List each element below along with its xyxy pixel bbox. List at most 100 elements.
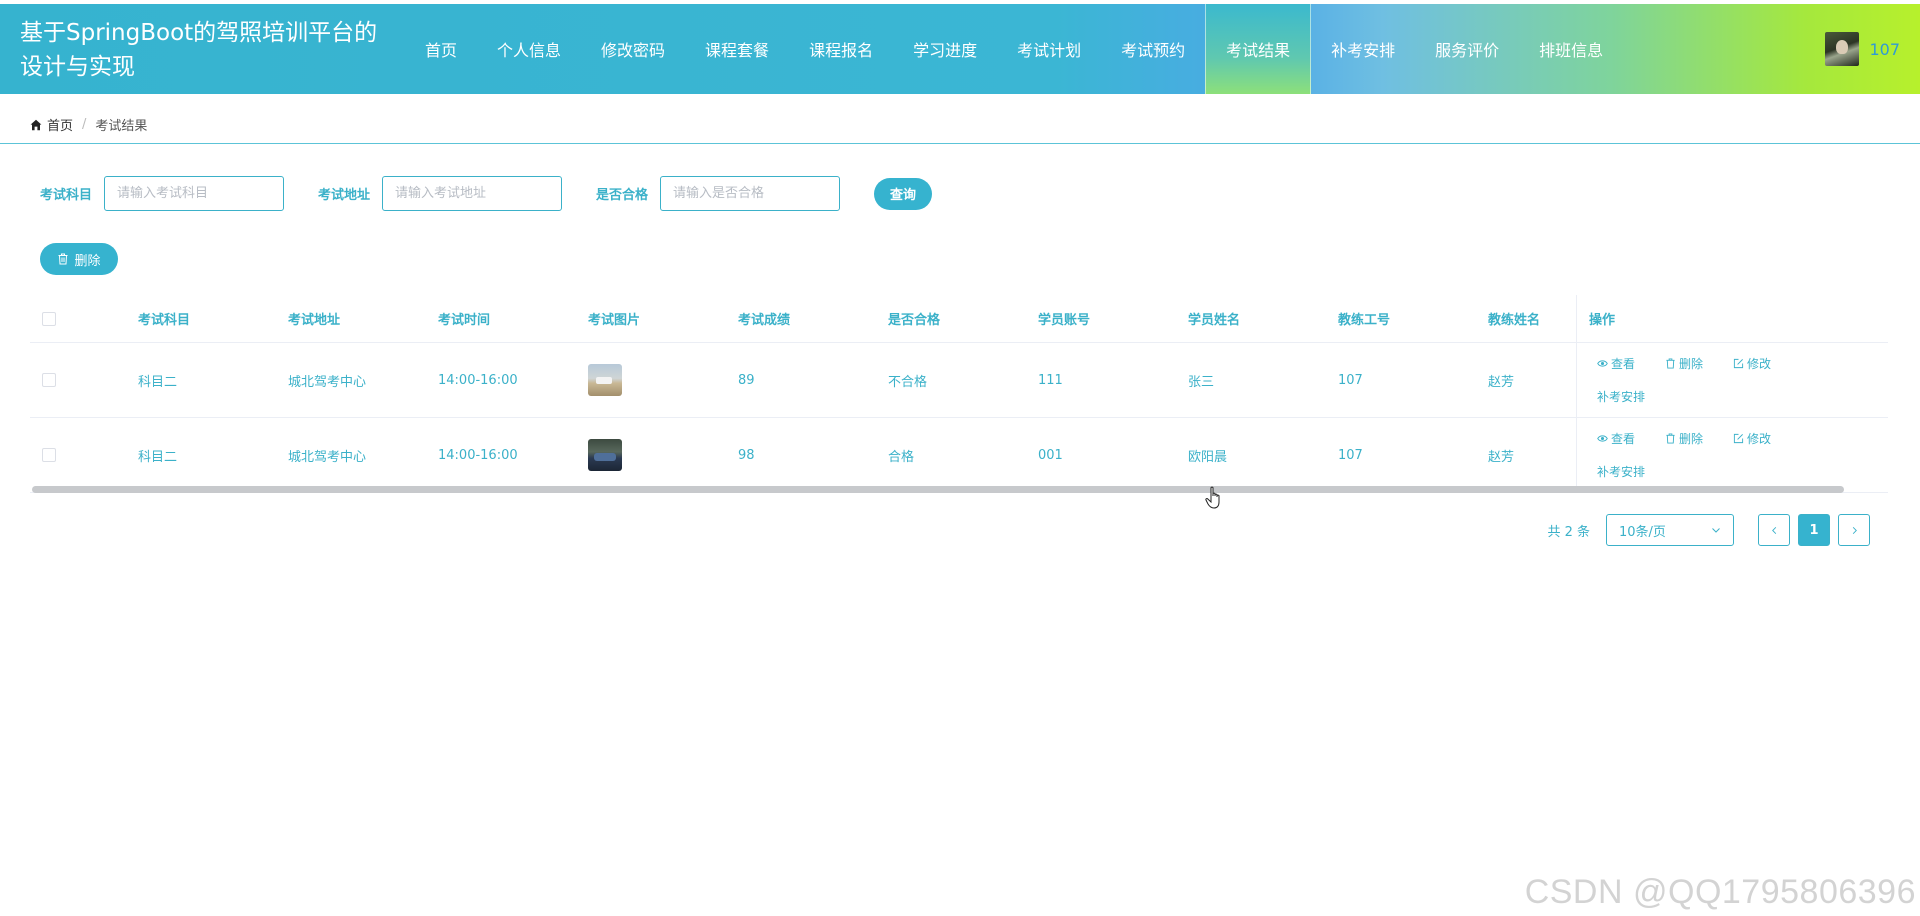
nav-item-home[interactable]: 首页 <box>405 4 477 94</box>
cell-student-name: 欧阳晨 <box>1188 449 1228 465</box>
edit-button[interactable]: 修改 <box>1733 355 1771 372</box>
table-header: 考试科目 考试地址 考试时间 考试图片 考试成绩 是否合格 学员账号 学员姓名 … <box>30 295 1888 343</box>
search-form: 考试科目 考试地址 是否合格 查询 <box>40 176 933 211</box>
column-header: 是否合格 <box>888 313 941 328</box>
column-header: 考试图片 <box>588 313 641 328</box>
cell-image <box>578 439 728 471</box>
cell-coach-name: 赵芳 <box>1488 449 1515 465</box>
batch-delete-label: 删除 <box>74 253 101 269</box>
cell-score: 89 <box>738 372 755 388</box>
cell-subject: 科目二 <box>138 449 178 465</box>
cell-passed: 不合格 <box>888 374 928 390</box>
column-header: 教练姓名 <box>1488 313 1541 328</box>
row-actions: 查看 删除 修改 补考安排 <box>1576 343 1876 417</box>
eye-icon <box>1597 435 1608 442</box>
nav-item-change-password[interactable]: 修改密码 <box>581 4 685 94</box>
column-header: 考试成绩 <box>738 313 791 328</box>
column-header: 考试科目 <box>138 313 191 328</box>
page-size-select[interactable]: 10条/页 <box>1606 514 1734 546</box>
results-table: 考试科目 考试地址 考试时间 考试图片 考试成绩 是否合格 学员账号 学员姓名 … <box>30 295 1888 493</box>
eye-icon <box>1597 360 1608 367</box>
cell-coach-name: 赵芳 <box>1488 374 1515 390</box>
nav-item-exam-plan[interactable]: 考试计划 <box>997 4 1101 94</box>
table-row: 科目二 城北驾考中心 14:00-16:00 89 不合格 111 张三 107… <box>30 343 1888 418</box>
cell-coach-id: 107 <box>1338 372 1363 388</box>
table-row: 科目二 城北驾考中心 14:00-16:00 98 合格 001 欧阳晨 107… <box>30 418 1888 493</box>
passed-label: 是否合格 <box>596 188 649 203</box>
row-actions: 查看 删除 修改 补考安排 <box>1576 418 1876 492</box>
cell-subject: 科目二 <box>138 374 178 390</box>
row-select-cell <box>30 373 128 387</box>
trash-icon <box>58 253 68 265</box>
edit-icon <box>1733 358 1744 369</box>
query-button[interactable]: 查询 <box>874 177 933 210</box>
breadcrumb-separator: / <box>82 117 87 132</box>
nav-item-study-progress[interactable]: 学习进度 <box>893 4 997 94</box>
user-menu[interactable]: 107 <box>1825 32 1900 66</box>
exam-photo-thumbnail[interactable] <box>588 439 622 471</box>
nav-item-course-enrollment[interactable]: 课程报名 <box>789 4 893 94</box>
nav-item-makeup-exam[interactable]: 补考安排 <box>1311 4 1415 94</box>
top-header: 基于SpringBoot的驾照培训平台的设计与实现 首页 个人信息 修改密码 课… <box>0 4 1920 94</box>
header-divider <box>0 143 1920 144</box>
total-count: 共 2 条 <box>1547 524 1590 540</box>
delete-button[interactable]: 删除 <box>1665 430 1703 447</box>
page-number-current[interactable]: 1 <box>1798 514 1830 546</box>
breadcrumb-home[interactable]: 首页 <box>47 115 73 134</box>
page-size-value: 10条/页 <box>1619 524 1666 540</box>
select-all-checkbox[interactable] <box>42 311 56 326</box>
column-header: 学员账号 <box>1038 313 1091 328</box>
passed-search-input[interactable] <box>660 176 841 211</box>
horizontal-scrollbar[interactable] <box>32 486 1844 493</box>
cell-time: 14:00-16:00 <box>438 372 518 388</box>
delete-button[interactable]: 删除 <box>1665 355 1703 372</box>
column-header: 考试时间 <box>438 313 491 328</box>
makeup-exam-button[interactable]: 补考安排 <box>1597 463 1645 480</box>
user-name[interactable]: 107 <box>1869 40 1900 59</box>
home-icon <box>30 119 42 130</box>
cell-coach-id: 107 <box>1338 447 1363 463</box>
watermark: CSDN @QQ1795806396 <box>1524 873 1916 911</box>
main-nav: 首页 个人信息 修改密码 课程套餐 课程报名 学习进度 考试计划 考试预约 考试… <box>405 4 1623 94</box>
address-search-input[interactable] <box>382 176 563 211</box>
edit-icon <box>1733 433 1744 444</box>
nav-item-course-packages[interactable]: 课程套餐 <box>685 4 789 94</box>
view-button[interactable]: 查看 <box>1597 430 1635 447</box>
exam-photo-thumbnail[interactable] <box>588 364 622 396</box>
next-page-button[interactable] <box>1838 514 1870 546</box>
row-checkbox[interactable] <box>42 373 56 387</box>
chevron-down-icon <box>1712 528 1720 533</box>
nav-item-service-review[interactable]: 服务评价 <box>1415 4 1519 94</box>
chevron-right-icon <box>1852 526 1857 534</box>
edit-button[interactable]: 修改 <box>1733 430 1771 447</box>
pagination: 共 2 条 10条/页 1 <box>1547 514 1870 546</box>
cell-passed: 合格 <box>888 449 915 465</box>
cell-address: 城北驾考中心 <box>288 374 367 390</box>
cell-image <box>578 364 728 396</box>
nav-item-profile[interactable]: 个人信息 <box>477 4 581 94</box>
nav-item-exam-results[interactable]: 考试结果 <box>1205 4 1312 94</box>
makeup-exam-button[interactable]: 补考安排 <box>1597 388 1645 405</box>
column-header-actions: 操作 <box>1576 295 1876 342</box>
cell-student-account: 111 <box>1038 372 1063 388</box>
subject-label: 考试科目 <box>40 188 93 203</box>
row-select-cell <box>30 448 128 462</box>
prev-page-button[interactable] <box>1758 514 1790 546</box>
cell-student-account: 001 <box>1038 447 1063 463</box>
chevron-left-icon <box>1771 526 1776 534</box>
column-header: 教练工号 <box>1338 313 1391 328</box>
row-checkbox[interactable] <box>42 448 56 462</box>
avatar[interactable] <box>1825 32 1860 66</box>
view-button[interactable]: 查看 <box>1597 355 1635 372</box>
nav-item-schedule-info[interactable]: 排班信息 <box>1519 4 1623 94</box>
cell-score: 98 <box>738 447 755 463</box>
cell-time: 14:00-16:00 <box>438 447 518 463</box>
column-header: 考试地址 <box>288 313 341 328</box>
cell-student-name: 张三 <box>1188 374 1215 390</box>
breadcrumb-current: 考试结果 <box>95 119 148 134</box>
batch-delete-button[interactable]: 删除 <box>40 243 118 275</box>
nav-item-exam-booking[interactable]: 考试预约 <box>1101 4 1205 94</box>
select-all-cell <box>30 311 128 326</box>
column-header: 学员姓名 <box>1188 313 1241 328</box>
subject-search-input[interactable] <box>104 176 285 211</box>
